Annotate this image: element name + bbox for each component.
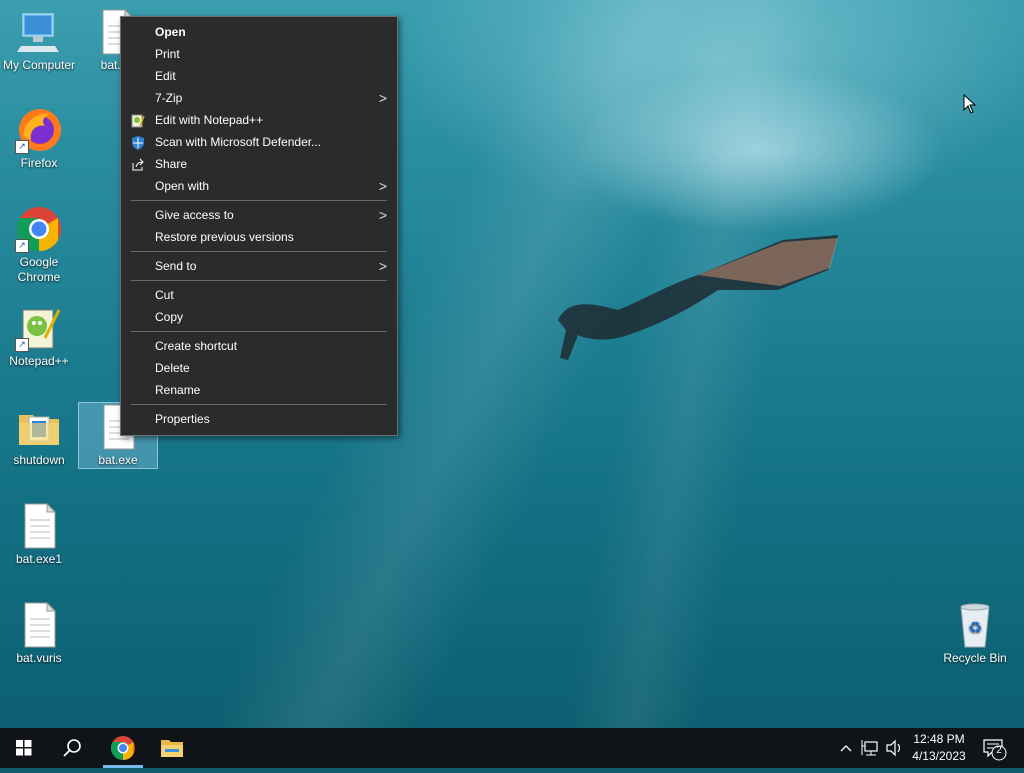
speaker-icon xyxy=(886,739,901,757)
menu-item-send-to[interactable]: Send to > xyxy=(121,255,397,277)
firefox-icon: ↗ xyxy=(15,106,63,154)
menu-item-copy[interactable]: Copy xyxy=(121,306,397,328)
chrome-icon: ↗ xyxy=(15,205,63,253)
chevron-right-icon: > xyxy=(378,207,387,223)
menu-item-label: Edit with Notepad++ xyxy=(155,113,264,127)
menu-item-label: Print xyxy=(155,47,180,61)
desktop-icon-label: bat.exe1 xyxy=(15,552,63,566)
taskbar-clock[interactable]: 12:48 PM 4/13/2023 xyxy=(908,731,970,765)
menu-separator xyxy=(131,404,387,405)
folder-icon xyxy=(15,403,63,451)
folder-icon xyxy=(161,740,183,757)
windows-logo-icon xyxy=(16,740,32,756)
menu-item-give-access-to[interactable]: Give access to > xyxy=(121,204,397,226)
menu-item-label: 7-Zip xyxy=(155,91,183,105)
volume-button[interactable] xyxy=(884,728,904,768)
clock-time: 12:48 PM xyxy=(913,732,965,746)
menu-separator xyxy=(131,331,387,332)
desktop-icon-bat-vuris[interactable]: bat.vuris xyxy=(0,601,78,666)
recycle-bin-icon: ♻ xyxy=(951,601,999,649)
menu-item-label: Copy xyxy=(155,310,184,324)
chrome-icon xyxy=(110,736,135,760)
show-hidden-icons-button[interactable] xyxy=(838,728,854,768)
desktop-icon-label: Firefox xyxy=(20,156,58,170)
mouse-pointer-icon xyxy=(963,94,977,114)
menu-item-scan-with-defender[interactable]: Scan with Microsoft Defender... xyxy=(121,131,397,153)
desktop-icon-my-computer[interactable]: My Computer xyxy=(0,8,78,73)
menu-item-open[interactable]: Open xyxy=(121,21,397,43)
defender-shield-icon xyxy=(131,135,145,150)
desktop-icon-firefox[interactable]: ↗ Firefox xyxy=(0,106,78,171)
shortcut-arrow-icon: ↗ xyxy=(15,140,29,154)
desktop-icon-shutdown[interactable]: shutdown xyxy=(0,403,78,468)
menu-item-edit[interactable]: Edit xyxy=(121,65,397,87)
network-button[interactable] xyxy=(860,728,880,768)
chevron-right-icon: > xyxy=(378,90,387,106)
notepad-plus-plus-icon: ↗ xyxy=(15,304,63,352)
menu-item-label: Delete xyxy=(155,361,190,375)
chevron-right-icon: > xyxy=(378,178,387,194)
desktop-icon-label: My Computer xyxy=(2,58,76,72)
menu-item-label: Open with xyxy=(155,179,210,193)
menu-item-share[interactable]: Share xyxy=(121,153,397,175)
chevron-up-icon xyxy=(840,745,852,752)
text-file-icon xyxy=(15,601,63,649)
menu-item-7zip[interactable]: 7-Zip > xyxy=(121,87,397,109)
menu-item-label: Cut xyxy=(155,288,174,302)
desktop-icon-label: shutdown xyxy=(13,453,65,467)
menu-item-restore-previous-versions[interactable]: Restore previous versions xyxy=(121,226,397,248)
desktop-icon-google-chrome[interactable]: ↗ Google Chrome xyxy=(0,205,78,285)
desktop-icon-label: Google Chrome xyxy=(17,255,61,284)
desktop-icon-label: bat.exe xyxy=(98,453,138,467)
menu-item-label: Give access to xyxy=(155,208,234,222)
menu-item-label: Edit xyxy=(155,69,176,83)
desktop-icon-label: Notepad++ xyxy=(9,354,69,368)
network-icon xyxy=(861,740,878,756)
shortcut-arrow-icon: ↗ xyxy=(15,338,29,352)
search-icon xyxy=(63,739,81,757)
computer-icon xyxy=(15,8,63,56)
shortcut-arrow-icon: ↗ xyxy=(15,239,29,253)
menu-separator xyxy=(131,200,387,201)
menu-item-label: Scan with Microsoft Defender... xyxy=(155,135,322,149)
desktop-icon-recycle-bin[interactable]: ♻ Recycle Bin xyxy=(936,601,1014,666)
menu-item-properties[interactable]: Properties xyxy=(121,408,397,430)
text-file-icon xyxy=(15,502,63,550)
menu-item-delete[interactable]: Delete xyxy=(121,357,397,379)
menu-item-label: Create shortcut xyxy=(155,339,238,353)
menu-item-label: Rename xyxy=(155,383,201,397)
menu-item-open-with[interactable]: Open with > xyxy=(121,175,397,197)
start-button[interactable] xyxy=(0,728,48,768)
taskbar-chrome-button[interactable] xyxy=(99,728,147,768)
clock-date: 4/13/2023 xyxy=(912,749,966,763)
menu-item-label: Properties xyxy=(155,412,210,426)
menu-item-label: Restore previous versions xyxy=(155,230,294,244)
notepad-plus-plus-icon xyxy=(131,113,145,128)
svg-text:♻: ♻ xyxy=(968,618,982,637)
desktop-icon-bat-exe1[interactable]: bat.exe1 xyxy=(0,502,78,567)
menu-item-rename[interactable]: Rename xyxy=(121,379,397,401)
context-menu: Open Print Edit 7-Zip > Edit with Notepa… xyxy=(120,16,398,436)
notification-count-badge: 2 xyxy=(996,745,1002,756)
menu-item-label: Share xyxy=(155,157,188,171)
menu-item-create-shortcut[interactable]: Create shortcut xyxy=(121,335,397,357)
share-icon xyxy=(131,157,145,171)
menu-item-edit-with-notepad-plus-plus[interactable]: Edit with Notepad++ xyxy=(121,109,397,131)
menu-item-label: Send to xyxy=(155,259,197,273)
menu-separator xyxy=(131,251,387,252)
desktop-icon-label: Recycle Bin xyxy=(943,651,1007,665)
desktop-icon-label: bat.vuris xyxy=(16,651,62,665)
search-button[interactable] xyxy=(48,728,96,768)
desktop-icon-notepad-plus-plus[interactable]: ↗ Notepad++ xyxy=(0,304,78,369)
taskbar-file-explorer-button[interactable] xyxy=(148,728,196,768)
menu-item-cut[interactable]: Cut xyxy=(121,284,397,306)
menu-item-print[interactable]: Print xyxy=(121,43,397,65)
menu-separator xyxy=(131,280,387,281)
wallpaper-diver-image xyxy=(558,235,838,360)
action-center-button[interactable]: 2 xyxy=(980,728,1010,768)
chevron-right-icon: > xyxy=(378,258,387,274)
menu-item-label: Open xyxy=(155,25,186,39)
